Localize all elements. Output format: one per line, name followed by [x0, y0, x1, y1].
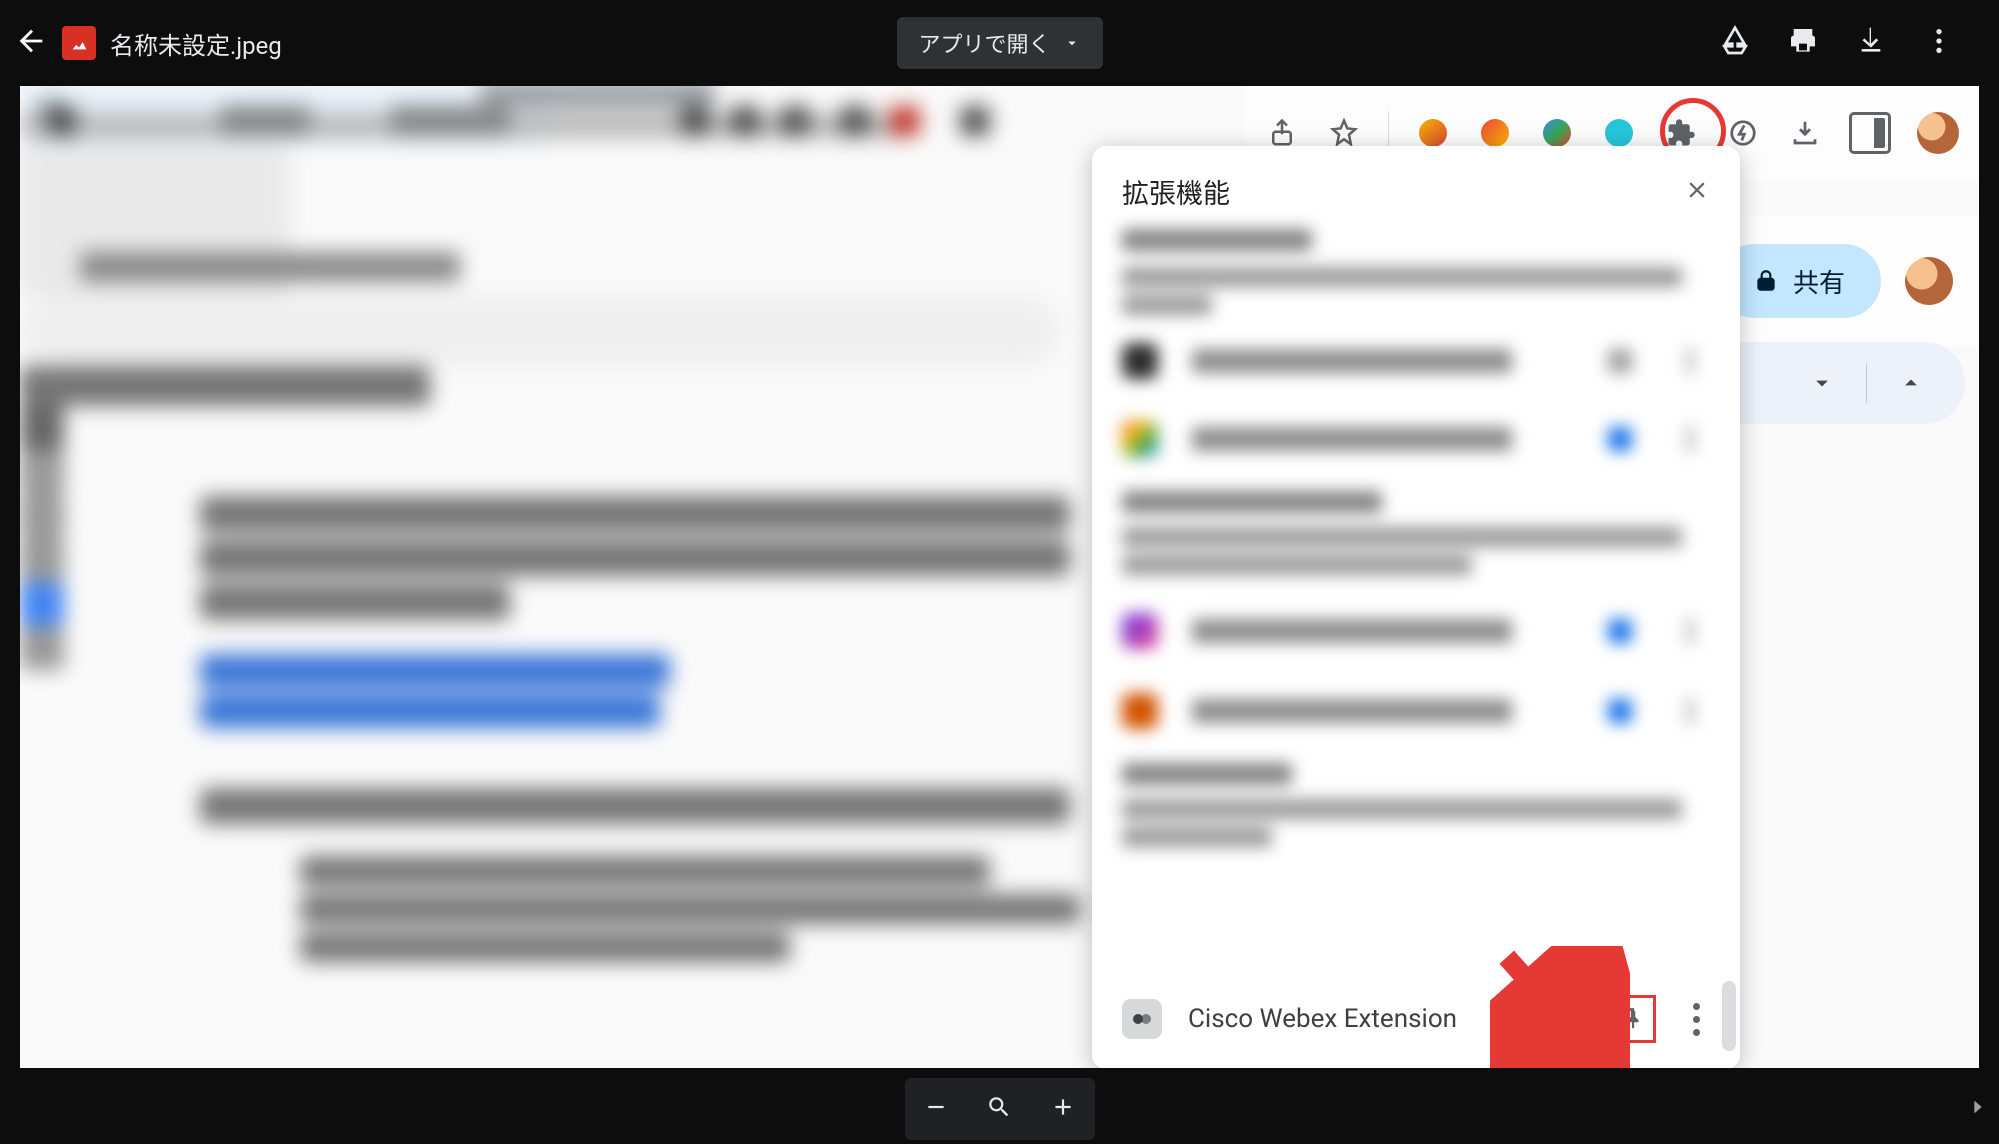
doc-share-area: 共有 [1699, 216, 1979, 346]
viewer-left-group: 名称未設定.jpeg [14, 24, 282, 62]
doc-profile-avatar[interactable] [1905, 257, 1953, 305]
extension-item-cisco[interactable]: Cisco Webex Extension [1092, 969, 1740, 1068]
back-button[interactable] [14, 24, 48, 62]
power-icon[interactable] [1725, 115, 1761, 151]
share-button[interactable]: 共有 [1717, 244, 1881, 318]
next-image-button[interactable] [1963, 1082, 1993, 1132]
pin-extension-button[interactable] [1608, 995, 1656, 1043]
popup-scrollbar-thumb[interactable] [1722, 981, 1736, 1051]
chevron-down-icon[interactable] [1808, 369, 1836, 397]
zoom-controls [905, 1078, 1095, 1140]
extension-item-menu-icon[interactable] [1682, 1003, 1710, 1036]
open-with-app-label: アプリで開く [918, 27, 1050, 59]
extensions-popup-header: 拡張機能 [1092, 146, 1740, 223]
download-icon[interactable] [1855, 25, 1887, 61]
open-with-app-button[interactable]: アプリで開く [896, 17, 1102, 69]
print-icon[interactable] [1787, 25, 1819, 61]
filename-label: 名称未設定.jpeg [110, 26, 282, 61]
extension-item-label: Cisco Webex Extension [1188, 1004, 1457, 1034]
image-canvas: 共有 拡張機能 [20, 86, 1979, 1068]
image-file-icon [62, 26, 96, 60]
chevron-up-icon[interactable] [1897, 369, 1925, 397]
profile-avatar[interactable] [1917, 112, 1959, 154]
more-options-icon[interactable] [1923, 25, 1955, 61]
cisco-webex-icon [1122, 999, 1162, 1039]
side-panel-icon[interactable] [1849, 112, 1891, 154]
add-to-drive-icon[interactable] [1719, 25, 1751, 61]
extensions-popup: 拡張機能 [1092, 146, 1740, 1068]
doc-toolbar-right [1715, 342, 1965, 424]
extensions-list-blurred [1092, 223, 1740, 963]
image-viewer-toolbar: 名称未設定.jpeg アプリで開く [0, 0, 1999, 86]
toolbar-separator [1866, 363, 1867, 403]
zoom-in-button[interactable] [1050, 1094, 1076, 1124]
zoom-out-button[interactable] [923, 1094, 949, 1124]
viewer-right-group [1719, 25, 1985, 61]
extensions-popup-title: 拡張機能 [1122, 172, 1230, 211]
download-tray-icon[interactable] [1787, 115, 1823, 151]
close-button[interactable] [1684, 177, 1710, 207]
share-button-label: 共有 [1793, 263, 1845, 300]
zoom-reset-button[interactable] [986, 1094, 1012, 1124]
